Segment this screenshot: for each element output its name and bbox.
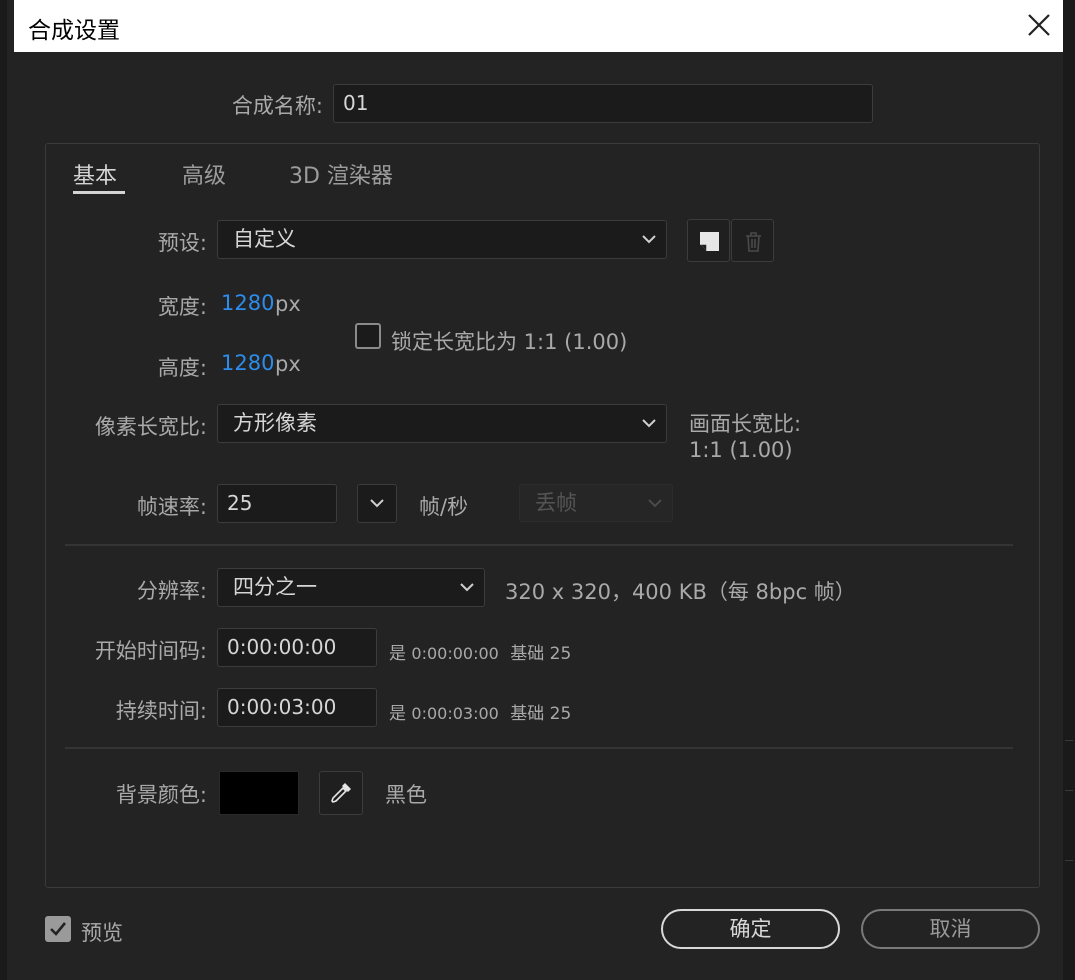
preset-select[interactable]: 自定义 [217, 220, 667, 259]
height-label: 高度: [157, 356, 207, 380]
tab-advanced[interactable]: 高级 [182, 158, 226, 190]
close-button[interactable] [1022, 8, 1056, 42]
chevron-down-icon [642, 418, 656, 428]
duration-info: 是 0:00:03:00 基础 25 [389, 704, 572, 724]
trash-icon [746, 232, 761, 252]
save-preset-button[interactable] [687, 219, 730, 262]
height-unit: px [275, 352, 301, 376]
title-bar: 合成设置 [14, 0, 1070, 52]
section-divider [65, 544, 1013, 546]
drop-frame-value: 丢帧 [535, 491, 577, 515]
tab-3d-renderer[interactable]: 3D 渲染器 [289, 158, 393, 190]
pixel-aspect-value: 方形像素 [233, 411, 317, 435]
chevron-down-icon [370, 498, 384, 508]
pixel-aspect-select[interactable]: 方形像素 [217, 404, 667, 443]
ok-button[interactable]: 确定 [661, 909, 840, 949]
lock-aspect-label: 锁定长宽比为 1:1 (1.00) [391, 330, 628, 354]
chevron-down-icon [460, 582, 474, 592]
delete-preset-button[interactable] [731, 219, 774, 262]
background-color-label: 背景颜色: [115, 783, 207, 807]
chevron-down-icon [642, 234, 656, 244]
comp-name-input[interactable]: 01 [333, 84, 873, 123]
preview-checkbox[interactable] [45, 916, 71, 942]
checkmark-icon [50, 922, 67, 936]
active-tab-indicator [73, 191, 125, 194]
width-unit: px [275, 292, 301, 316]
pixel-aspect-label: 像素长宽比: [94, 415, 207, 439]
resolution-select[interactable]: 四分之一 [217, 568, 485, 607]
preset-value: 自定义 [233, 227, 296, 251]
chevron-down-icon [648, 498, 662, 508]
width-value[interactable]: 1280 [221, 291, 274, 315]
window-edge [1063, 0, 1075, 980]
frame-rate-dropdown[interactable] [357, 484, 397, 523]
eyedropper-button[interactable] [319, 771, 363, 815]
frame-rate-unit: 帧/秒 [419, 495, 469, 519]
lock-aspect-checkbox[interactable] [355, 323, 381, 349]
tab-basic[interactable]: 基本 [73, 158, 117, 190]
frame-aspect-label: 画面长宽比: [689, 412, 802, 436]
dialog-title: 合成设置 [28, 18, 120, 44]
start-timecode-label: 开始时间码: [94, 639, 207, 663]
height-value[interactable]: 1280 [221, 351, 274, 375]
eyedropper-icon [331, 783, 351, 803]
frame-rate-input[interactable]: 25 [217, 484, 337, 523]
width-label: 宽度: [157, 295, 207, 319]
frame-aspect-value: 1:1 (1.00) [689, 438, 793, 462]
composition-settings-dialog: 合成设置 合成名称: 01 基本 高级 3D 渲染器 预设: 自定义 宽度: 1… [0, 0, 1075, 980]
save-preset-icon [700, 232, 719, 251]
resolution-label: 分辨率: [136, 579, 207, 603]
preset-label: 预设: [157, 231, 207, 255]
drop-frame-select[interactable]: 丢帧 [519, 484, 673, 522]
resolution-value: 四分之一 [233, 575, 317, 599]
close-icon [1028, 14, 1050, 36]
start-timecode-info: 是 0:00:00:00 基础 25 [389, 644, 572, 664]
duration-label: 持续时间: [115, 699, 207, 723]
resolution-info: 320 x 320，400 KB（每 8bpc 帧） [505, 580, 856, 604]
frame-rate-label: 帧速率: [136, 495, 207, 519]
comp-name-label: 合成名称: [231, 94, 323, 118]
background-color-name: 黑色 [385, 783, 427, 807]
start-timecode-input[interactable]: 0:00:00:00 [217, 628, 377, 667]
section-divider [65, 747, 1013, 749]
preview-label: 预览 [81, 921, 123, 945]
duration-input[interactable]: 0:00:03:00 [217, 688, 377, 727]
cancel-button[interactable]: 取消 [861, 909, 1040, 949]
background-color-swatch[interactable] [219, 771, 299, 815]
